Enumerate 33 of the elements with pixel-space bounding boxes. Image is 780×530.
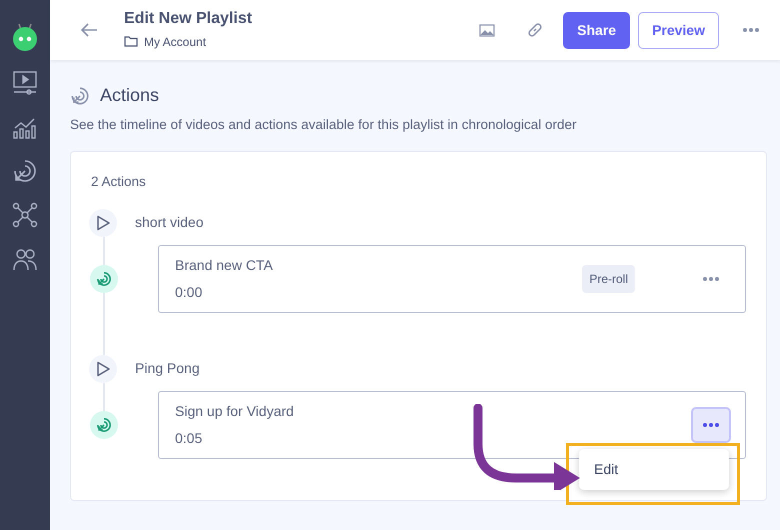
target-icon xyxy=(90,410,118,438)
link-icon[interactable] xyxy=(527,22,544,38)
more-icon xyxy=(703,422,719,426)
share-button[interactable]: Share xyxy=(563,12,630,48)
target-icon xyxy=(90,264,118,292)
action-time: 0:00 xyxy=(175,282,204,302)
action-name: Sign up for Vidyard xyxy=(175,402,294,421)
video-name: Ping Pong xyxy=(135,359,200,378)
menu-item[interactable]: Edit xyxy=(594,460,618,476)
more-icon xyxy=(703,276,719,280)
page-title: Edit New Playlist xyxy=(124,9,252,29)
action-card[interactable]: Brand new CTA 0:00 Pre-roll xyxy=(158,244,746,312)
section-description: See the timeline of videos and actions available for this playlist in chronological order xyxy=(70,116,578,134)
network-icon[interactable] xyxy=(12,202,38,228)
play-icon xyxy=(89,208,117,236)
more-button[interactable] xyxy=(691,406,731,442)
folder-name[interactable]: My Account xyxy=(144,32,206,51)
play-icon xyxy=(89,354,117,382)
actions-count: 2 Actions xyxy=(91,173,147,192)
target-icon[interactable] xyxy=(12,158,38,184)
preview-button[interactable]: Preview xyxy=(638,12,719,48)
action-name: Brand new CTA xyxy=(175,256,273,274)
target-icon xyxy=(70,86,90,106)
video-library-icon[interactable] xyxy=(12,70,38,96)
folder-icon xyxy=(124,36,138,48)
video-name: short video xyxy=(135,213,204,232)
section-title: Actions xyxy=(100,84,160,107)
action-time: 0:05 xyxy=(175,428,204,448)
tag: Pre-roll xyxy=(582,264,635,292)
more-icon[interactable] xyxy=(743,28,759,32)
image-icon[interactable] xyxy=(479,24,496,36)
logo-icon[interactable] xyxy=(10,22,40,52)
back-arrow-icon[interactable] xyxy=(80,23,98,37)
